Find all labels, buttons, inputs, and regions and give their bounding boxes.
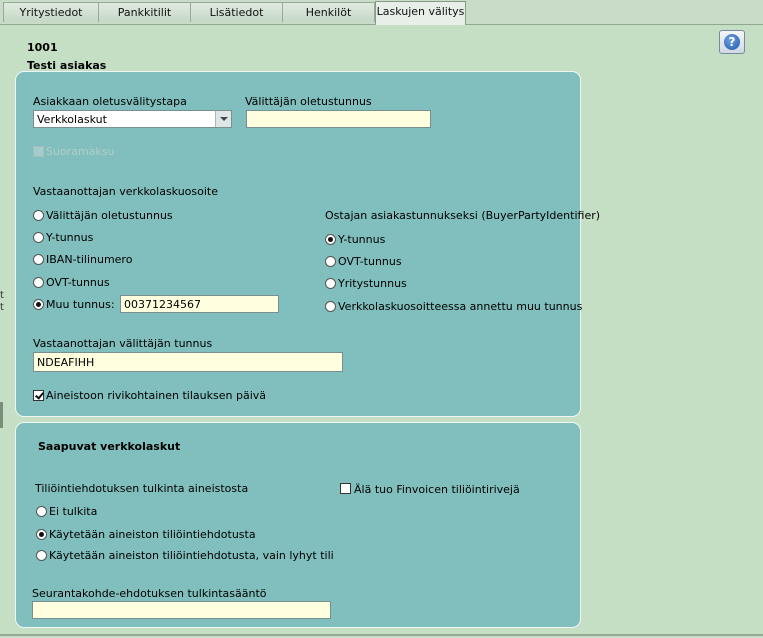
help-button[interactable]: ? — [719, 30, 745, 54]
left-clipped-text: t t — [0, 290, 4, 313]
interpretation-label: Tiliöintiehdotuksen tulkinta aineistosta — [35, 482, 249, 495]
interpretation-option-label: Käytetään aineiston tiliöintiehdotusta — [49, 528, 256, 541]
interpretation-option-label: Käytetään aineiston tiliöintiehdotusta, … — [49, 549, 334, 562]
buyer-option-label: Y-tunnus — [338, 233, 386, 246]
recipient-option-radio[interactable] — [33, 277, 44, 288]
recipient-option-label: Välittäjän oletustunnus — [46, 209, 173, 222]
tab-yritystiedot[interactable]: Yritystiedot — [3, 2, 99, 22]
buyer-option-label: Yritystunnus — [338, 277, 407, 290]
tracking-label: Seurantakohde-ehdotuksen tulkintasääntö — [32, 587, 267, 600]
row-order-date-label: Aineistoon rivikohtainen tilauksen päivä — [46, 389, 266, 402]
interpretation-option-radio[interactable] — [36, 550, 47, 561]
default-method-label: Asiakkaan oletusvälitystapa — [33, 95, 187, 108]
interpretation-option-radio[interactable] — [36, 506, 47, 517]
tab-laskujen-valitys[interactable]: Laskujen välitys — [375, 1, 466, 25]
tab-lisatiedot[interactable]: Lisätiedot — [190, 2, 283, 22]
incoming-invoices-panel: Saapuvat verkkolaskut Tiliöintiehdotukse… — [15, 422, 581, 628]
row-order-date-checkbox[interactable] — [33, 390, 44, 401]
buyer-option-radio[interactable] — [325, 234, 336, 245]
buyer-option-label: OVT-tunnus — [338, 255, 402, 268]
interpretation-option-label: Ei tulkita — [49, 505, 98, 518]
tab-pankkitilit[interactable]: Pankkitilit — [98, 2, 191, 22]
recipient-option-radio[interactable] — [33, 299, 44, 310]
tab-bar: Yritystiedot Pankkitilit Lisätiedot Henk… — [0, 0, 763, 25]
direct-payment-checkbox[interactable] — [33, 146, 44, 157]
recipient-option-radio[interactable] — [33, 210, 44, 221]
operator-default-id-input[interactable] — [246, 110, 431, 128]
direct-payment-label: Suoramaksu — [46, 145, 115, 158]
default-method-select[interactable]: Verkkolaskut — [33, 110, 232, 128]
recipient-option-radio[interactable] — [33, 254, 44, 265]
customer-number: 1001 — [27, 41, 58, 54]
finvoice-checkbox[interactable] — [340, 483, 351, 494]
buyer-option-radio[interactable] — [325, 256, 336, 267]
recipient-option-label: IBAN-tilinumero — [46, 253, 133, 266]
interpretation-option-radio[interactable] — [36, 529, 47, 540]
delivery-settings-panel: Asiakkaan oletusvälitystapa Verkkolaskut… — [15, 71, 600, 417]
recipient-option-radio[interactable] — [33, 232, 44, 243]
recipient-option-label: Muu tunnus: — [46, 298, 115, 311]
recipient-address-label: Vastaanottajan verkkolaskuosoite — [33, 185, 219, 198]
bottom-divider — [0, 634, 763, 636]
operator-default-id-label: Välittäjän oletustunnus — [245, 95, 372, 108]
tab-henkilot[interactable]: Henkilöt — [282, 2, 375, 22]
incoming-invoices-title: Saapuvat verkkolaskut — [38, 440, 181, 453]
recipient-operator-label: Vastaanottajan välittäjän tunnus — [33, 337, 213, 350]
recipient-option-label: Y-tunnus — [46, 231, 94, 244]
buyer-id-label: Ostajan asiakastunnukseksi (BuyerPartyId… — [325, 209, 601, 222]
recipient-option-label: OVT-tunnus — [46, 276, 110, 289]
buyer-option-label: Verkkolaskuosoitteessa annettu muu tunnu… — [338, 300, 583, 313]
chevron-down-icon[interactable] — [215, 111, 231, 127]
buyer-option-radio[interactable] — [325, 301, 336, 312]
help-icon: ? — [724, 34, 740, 50]
other-id-input[interactable] — [120, 295, 279, 313]
default-method-value: Verkkolaskut — [37, 113, 107, 126]
left-clipped-bar — [0, 402, 3, 428]
tracking-input[interactable] — [32, 601, 331, 619]
finvoice-label: Älä tuo Finvoicen tiliöintirivejä — [354, 483, 520, 496]
buyer-option-radio[interactable] — [325, 278, 336, 289]
recipient-operator-input[interactable] — [33, 352, 343, 372]
